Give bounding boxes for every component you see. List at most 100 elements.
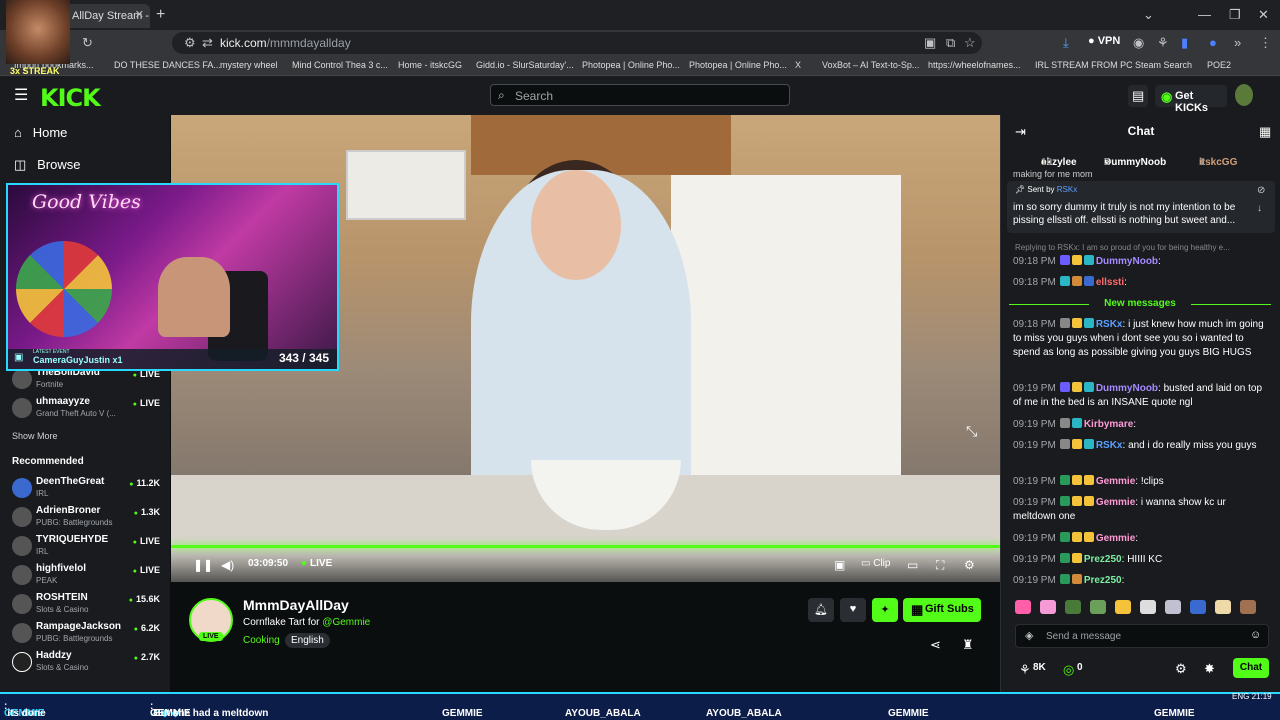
- profile-icon[interactable]: ●: [1209, 35, 1217, 50]
- bookmark-item[interactable]: Mind Control Thea 3 c...: [292, 60, 388, 70]
- expand-pin-icon[interactable]: ↓: [1257, 203, 1262, 214]
- emote-icon[interactable]: [1090, 600, 1106, 614]
- follow-heart-icon[interactable]: ♥: [840, 598, 866, 622]
- chat-message[interactable]: 09:19 PM Gemmie: !clips: [1013, 475, 1271, 489]
- unpin-icon[interactable]: ⊘: [1257, 185, 1265, 196]
- fullscreen-icon[interactable]: ⛶: [936, 558, 944, 573]
- bookmark-item[interactable]: Photopea | Online Pho...: [582, 60, 680, 70]
- menu-icon[interactable]: ⋮: [1259, 35, 1272, 51]
- bookmark-item[interactable]: Steam Search: [1135, 60, 1192, 70]
- sidebar-channel[interactable]: DeenTheGreat IRL 11.2K: [8, 475, 168, 503]
- maximize-icon[interactable]: ❐: [1229, 7, 1241, 23]
- extensions-icon[interactable]: ⚘: [1157, 35, 1169, 51]
- gift-subs-button[interactable]: ▦ Gift Subs: [903, 598, 981, 622]
- bookmark-item[interactable]: Home - itskcGG: [398, 60, 462, 70]
- settings-gear-icon[interactable]: ⚙: [964, 558, 975, 572]
- show-more-link[interactable]: Show More: [12, 431, 58, 441]
- screenshot-icon[interactable]: ⧉: [946, 35, 955, 51]
- pip-icon[interactable]: ▣: [834, 558, 845, 572]
- bookmark-star-icon[interactable]: ☆: [964, 35, 976, 51]
- report-icon[interactable]: ♜: [962, 637, 974, 653]
- close-icon[interactable]: ✕: [135, 8, 144, 21]
- subscribe-star-icon[interactable]: ✦: [872, 598, 898, 622]
- minimize-icon[interactable]: —: [1198, 7, 1211, 22]
- hamburger-icon[interactable]: ☰: [14, 85, 28, 105]
- title-mention[interactable]: @Gemmie: [322, 617, 370, 628]
- bookmark-item[interactable]: DO THESE DANCES FA...: [114, 60, 221, 70]
- chat-message[interactable]: 09:19 PM Gemmie: i wanna show kc ur meltd…: [1013, 496, 1271, 524]
- channel-name[interactable]: MmmDayAllDay: [243, 597, 349, 613]
- send-chat-button[interactable]: Chat: [1233, 658, 1269, 678]
- install-icon[interactable]: ▣: [924, 35, 936, 51]
- emote-icon[interactable]: [1040, 600, 1056, 614]
- emote-icon[interactable]: [1165, 600, 1181, 614]
- points-count[interactable]: 0: [1077, 662, 1083, 673]
- emote-icon[interactable]: [1065, 600, 1081, 614]
- bookmark-item[interactable]: mystery wheel: [220, 60, 278, 70]
- bookmark-item[interactable]: POE2: [1207, 60, 1231, 70]
- emote-icon[interactable]: [1215, 600, 1231, 614]
- chat-message[interactable]: 09:19 PM Kirbymare:: [1013, 418, 1271, 432]
- search-input[interactable]: ⌕ Search: [490, 84, 790, 106]
- chat-message[interactable]: 09:18 PM RSKx: i just knew how much im go…: [1013, 318, 1271, 360]
- sidebar-channel[interactable]: highfivelol PEAK LIVE: [8, 562, 168, 590]
- chat-message[interactable]: 09:18 PM ellssti:: [1013, 276, 1271, 290]
- sidebar-item-browse[interactable]: ◫ Browse: [14, 157, 81, 173]
- notification-bell-icon[interactable]: 🔔︎: [808, 598, 834, 622]
- theater-mode-icon[interactable]: ⤡: [966, 423, 977, 440]
- pinned-message[interactable]: 📌︎ Sent by RSKx ⊘ ↓ im so sorry dummy it…: [1007, 181, 1275, 233]
- kick-logo[interactable]: KICK: [40, 84, 101, 112]
- category-link[interactable]: Cooking: [243, 635, 280, 646]
- sidebar-channel[interactable]: uhmaayyze Grand Theft Auto V (... LIVE: [8, 395, 168, 423]
- bookmark-item[interactable]: Gidd.io - SlurSaturday'...: [476, 60, 574, 70]
- user-avatar[interactable]: [1235, 84, 1253, 106]
- sidebar-channel[interactable]: AdrienBroner PUBG: Battlegrounds 1.3K: [8, 504, 168, 532]
- volume-icon[interactable]: ◀): [221, 558, 234, 572]
- url-input[interactable]: ⚙ ⇄ kick.com/mmmdayallday ▣ ⧉ ☆: [172, 32, 982, 54]
- shield-icon[interactable]: ▮: [1181, 35, 1188, 51]
- browser-tab[interactable]: AllDay Stream - V ✕: [62, 4, 150, 28]
- chat-message[interactable]: 09:19 PM RSKx: and i do really miss you g…: [1013, 439, 1271, 453]
- download-icon[interactable]: ⤓: [1063, 35, 1069, 51]
- bookmark-item[interactable]: VoxBot – AI Text-to-Sp...: [822, 60, 919, 70]
- captions-icon[interactable]: ▭: [907, 558, 918, 572]
- more-tools-icon[interactable]: »: [1234, 35, 1241, 50]
- new-tab-icon[interactable]: +: [156, 6, 165, 24]
- account-icon[interactable]: ◉: [1133, 35, 1144, 51]
- chat-message[interactable]: 09:18 PM DummyNoob:: [1013, 255, 1271, 269]
- chat-message[interactable]: 09:19 PM DummyNoob: busted and laid on to…: [1013, 382, 1271, 410]
- clip-button[interactable]: ▭ Clip: [861, 558, 890, 569]
- sidebar-channel[interactable]: Haddzy Slots & Casino 2.7K: [8, 649, 168, 677]
- chat-message[interactable]: 09:19 PM Prez250:: [1013, 574, 1271, 588]
- bookmark-item[interactable]: X: [795, 60, 801, 70]
- emote-icon[interactable]: [1190, 600, 1206, 614]
- reload-icon[interactable]: ↻: [82, 35, 93, 51]
- sidebar-channel[interactable]: TYRIQUEHYDE IRL LIVE: [8, 533, 168, 561]
- sidebar-channel[interactable]: RampageJackson PUBG: Battlegrounds 6.2K: [8, 620, 168, 648]
- bookmark-item[interactable]: https://wheelofnames...: [928, 60, 1021, 70]
- language-tag[interactable]: English: [285, 633, 330, 648]
- tab-search-icon[interactable]: ⌄: [1143, 7, 1154, 23]
- chat-settings-icon[interactable]: ⚙: [1175, 661, 1187, 677]
- pause-icon[interactable]: ❚❚: [193, 558, 213, 572]
- chat-users-icon[interactable]: ▦: [1259, 124, 1271, 140]
- chat-message[interactable]: 09:19 PM Prez250: HIIII KC: [1013, 553, 1271, 567]
- get-kicks-button[interactable]: ◉ Get KICKs: [1155, 85, 1227, 114]
- bookmark-item[interactable]: IRL STREAM FROM PC: [1035, 60, 1133, 70]
- emote-icon[interactable]: [1115, 600, 1131, 614]
- emote-icon[interactable]: [1140, 600, 1156, 614]
- share-icon[interactable]: ⋖: [930, 637, 941, 653]
- badge-icon[interactable]: ✸: [1204, 661, 1215, 677]
- kicks-count[interactable]: 8K: [1033, 662, 1046, 673]
- emoji-icon[interactable]: ☺: [1250, 629, 1261, 641]
- sidebar-channel[interactable]: ROSHTEIN Slots & Casino 15.6K: [8, 591, 168, 619]
- library-icon[interactable]: ▤: [1128, 85, 1148, 107]
- sidebar-item-home[interactable]: ⌂ Home: [14, 125, 67, 140]
- chat-message-input[interactable]: ◈ Send a message ☺: [1015, 624, 1269, 648]
- site-info-icon[interactable]: ⚙: [184, 35, 196, 51]
- window-close-icon[interactable]: ✕: [1258, 7, 1269, 23]
- emote-icon[interactable]: [1240, 600, 1256, 614]
- chat-message[interactable]: 09:19 PM Gemmie:: [1013, 532, 1271, 546]
- emote-icon[interactable]: [1015, 600, 1031, 614]
- bookmark-item[interactable]: Photopea | Online Pho...: [689, 60, 787, 70]
